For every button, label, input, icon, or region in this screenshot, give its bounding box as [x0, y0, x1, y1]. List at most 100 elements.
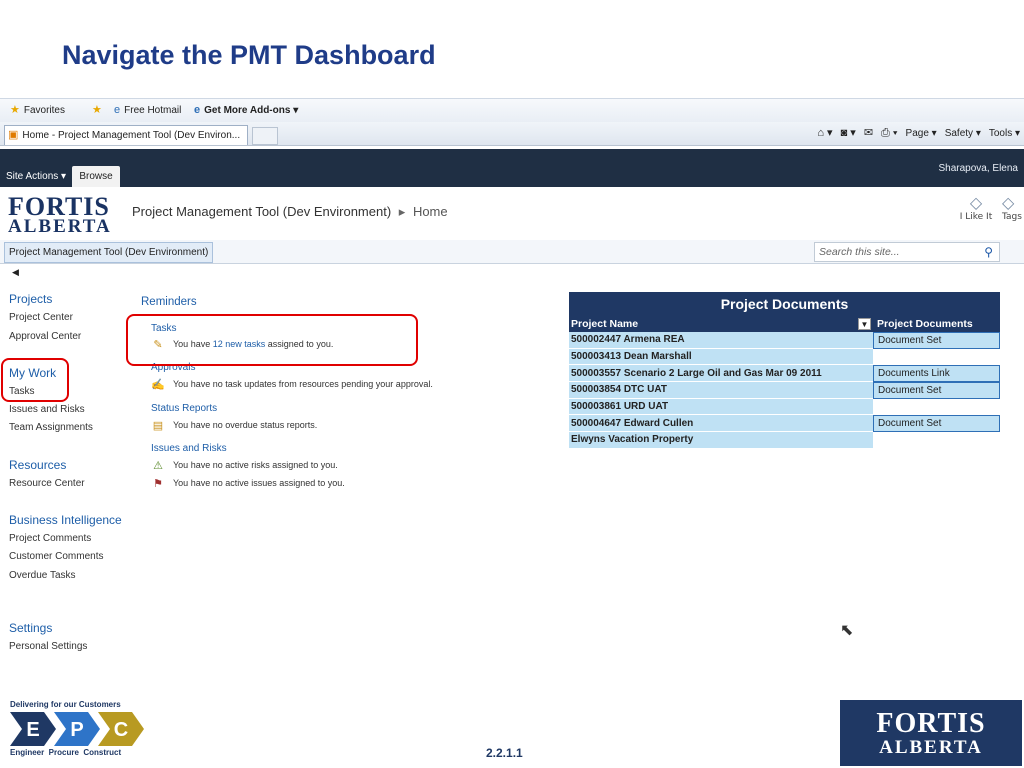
project-documents-table: Project Documents Project Name ▼ Project… — [569, 292, 1000, 449]
free-hotmail-label: Free Hotmail — [124, 105, 182, 116]
column-header-project-name[interactable]: Project Name ▼ — [569, 316, 873, 332]
issues-risks-heading[interactable]: Issues and Risks — [151, 443, 227, 454]
nav-project-center[interactable]: Project Center — [9, 312, 73, 323]
like-icon: ◇ — [969, 193, 983, 212]
nav-project-comments[interactable]: Project Comments — [9, 533, 91, 544]
page-favicon-icon: ▣ — [8, 129, 19, 141]
search-box[interactable]: Search this site... ⚲ — [814, 242, 1000, 262]
risks-reminder: ⚠ You have no active risks assigned to y… — [151, 459, 338, 472]
project-doc-cell-empty — [873, 399, 1000, 416]
project-name-cell[interactable]: 500002447 Armena REA — [569, 332, 873, 349]
project-name-cell[interactable]: 500003861 URD UAT — [569, 398, 873, 416]
table-row: 500003861 URD UAT — [569, 398, 1000, 416]
browser-command-bar: ⌂ ▾ ◙ ▾ ✉ ⎙ ▾ Page ▾ Safety ▾ Tools ▾ — [817, 128, 1020, 140]
fortis-alberta-logo: FORTIS ALBERTA — [840, 700, 1022, 766]
site-actions-menu[interactable]: Site Actions ▾ — [6, 171, 66, 182]
epc-logo: E P C — [10, 712, 144, 746]
project-name-cell[interactable]: 500004647 Edward Cullen — [569, 415, 873, 433]
nav-business-intelligence[interactable]: Business Intelligence — [9, 513, 122, 527]
nav-overdue-tasks[interactable]: Overdue Tasks — [9, 570, 76, 581]
user-menu[interactable]: Sharapova, Elena — [938, 163, 1018, 174]
nav-team-assignments[interactable]: Team Assignments — [9, 422, 93, 433]
get-addons-link[interactable]: e Get More Add-ons ▾ — [194, 105, 298, 117]
like-it-button[interactable]: ◇ I Like It — [958, 193, 994, 222]
table-row: 500003557 Scenario 2 Large Oil and Gas M… — [569, 365, 1000, 383]
project-name-cell[interactable]: 500003854 DTC UAT — [569, 382, 873, 399]
status-text: You have no overdue status reports. — [173, 420, 318, 430]
print-icon[interactable]: ⎙ ▾ — [881, 128, 897, 139]
browser-tab-active[interactable]: ▣ Home - Project Management Tool (Dev En… — [4, 125, 248, 145]
issues-text: You have no active issues assigned to yo… — [173, 478, 345, 488]
like-it-label: I Like It — [959, 212, 993, 222]
status-reports-heading[interactable]: Status Reports — [151, 403, 217, 414]
epc-subtitle: Engineer Procure Construct — [10, 748, 122, 757]
browse-tab[interactable]: Browse — [72, 166, 120, 187]
nav-resource-center[interactable]: Resource Center — [9, 478, 85, 489]
project-documents-title: Project Documents — [569, 292, 1000, 316]
project-doc-cell-empty — [873, 432, 1000, 449]
logo-line1: FORTIS — [8, 192, 110, 221]
table-row: 500003854 DTC UAT Document Set — [569, 382, 1000, 399]
logo-line2: ALBERTA — [8, 216, 112, 238]
mail-icon[interactable]: ✉ — [864, 128, 873, 139]
column-label-project-name: Project Name — [571, 318, 639, 330]
feeds-icon[interactable]: ◙ ▾ — [841, 128, 856, 139]
search-icon[interactable]: ⚲ — [984, 245, 993, 259]
ie-page-icon: e — [114, 104, 121, 116]
new-tab-button[interactable] — [252, 127, 278, 145]
nav-customer-comments[interactable]: Customer Comments — [9, 551, 103, 562]
nav-projects[interactable]: Projects — [9, 292, 52, 306]
filter-dropdown-icon[interactable]: ▼ — [858, 318, 871, 330]
sharepoint-ribbon: Site Actions ▾ Browse Sharapova, Elena — [0, 149, 1024, 187]
top-navigation: Project Management Tool (Dev Environment… — [0, 240, 1024, 264]
status-reminder: ▤ You have no overdue status reports. — [151, 419, 318, 432]
approval-icon: ✍ — [151, 379, 165, 391]
tools-menu[interactable]: Tools ▾ — [989, 128, 1020, 139]
approvals-text: You have no task updates from resources … — [173, 379, 433, 389]
page-menu[interactable]: Page ▾ — [906, 128, 937, 139]
project-doc-cell-empty — [873, 349, 1000, 366]
add-favorite-icon: ★ — [92, 104, 102, 116]
site-header: FORTIS ALBERTA Project Management Tool (… — [0, 187, 1024, 239]
slide-title: Navigate the PMT Dashboard — [62, 40, 436, 70]
add-favorite-button[interactable]: ★ — [92, 105, 102, 116]
home-icon[interactable]: ⌂ ▾ — [817, 128, 832, 139]
fortis-logo[interactable]: FORTIS ALBERTA — [8, 192, 112, 238]
project-name-cell[interactable]: 500003557 Scenario 2 Large Oil and Gas M… — [569, 365, 873, 383]
nav-approval-center[interactable]: Approval Center — [9, 331, 81, 342]
risks-text: You have no active risks assigned to you… — [173, 460, 338, 470]
breadcrumb: Project Management Tool (Dev Environment… — [132, 204, 448, 220]
safety-menu[interactable]: Safety ▾ — [945, 128, 981, 139]
approvals-reminder: ✍ You have no task updates from resource… — [151, 378, 433, 391]
browser-tab-title: Home - Project Management Tool (Dev Envi… — [22, 130, 241, 141]
nav-issues-risks[interactable]: Issues and Risks — [9, 404, 85, 415]
project-name-cell[interactable]: 500003413 Dean Marshall — [569, 348, 873, 366]
nav-settings[interactable]: Settings — [9, 621, 52, 635]
project-doc-link[interactable]: Documents Link — [873, 365, 1000, 383]
free-hotmail-link[interactable]: e Free Hotmail — [114, 104, 182, 117]
breadcrumb-current-page: Home — [412, 204, 448, 219]
project-doc-link[interactable]: Document Set — [873, 415, 1000, 433]
epc-tagline: Delivering for our Customers — [10, 700, 121, 709]
fortis-logo-line1: FORTIS — [876, 708, 986, 739]
nav-resources[interactable]: Resources — [9, 458, 66, 472]
table-row: Elwyns Vacation Property — [569, 432, 1000, 449]
mouse-pointer-icon: ⬉ — [840, 620, 854, 639]
browser-tab-bar: ▣ Home - Project Management Tool (Dev En… — [0, 122, 1024, 146]
nav-personal-settings[interactable]: Personal Settings — [9, 641, 87, 652]
project-name-cell[interactable]: Elwyns Vacation Property — [569, 432, 873, 449]
breadcrumb-site-link[interactable]: Project Management Tool (Dev Environment… — [132, 204, 391, 219]
collapse-nav-icon[interactable]: ◀ — [12, 268, 19, 278]
search-input[interactable]: Search this site... — [819, 246, 900, 258]
epc-letter-p: P — [70, 719, 83, 741]
tag-icon: ◇ — [1002, 193, 1015, 212]
table-header-row: Project Name ▼ Project Documents — [569, 316, 1000, 332]
topnav-tab-home[interactable]: Project Management Tool (Dev Environment… — [4, 242, 214, 263]
project-doc-link[interactable]: Document Set — [873, 382, 1000, 399]
status-report-icon: ▤ — [152, 420, 164, 432]
table-body: 500002447 Armena REA Document Set 500003… — [569, 332, 1000, 449]
favorites-button[interactable]: ★ Favorites — [10, 105, 65, 117]
table-row: 500002447 Armena REA Document Set — [569, 332, 1000, 349]
tags-notes-button[interactable]: ◇ Tags & Notes — [1002, 193, 1024, 222]
project-doc-link[interactable]: Document Set — [873, 332, 1000, 349]
